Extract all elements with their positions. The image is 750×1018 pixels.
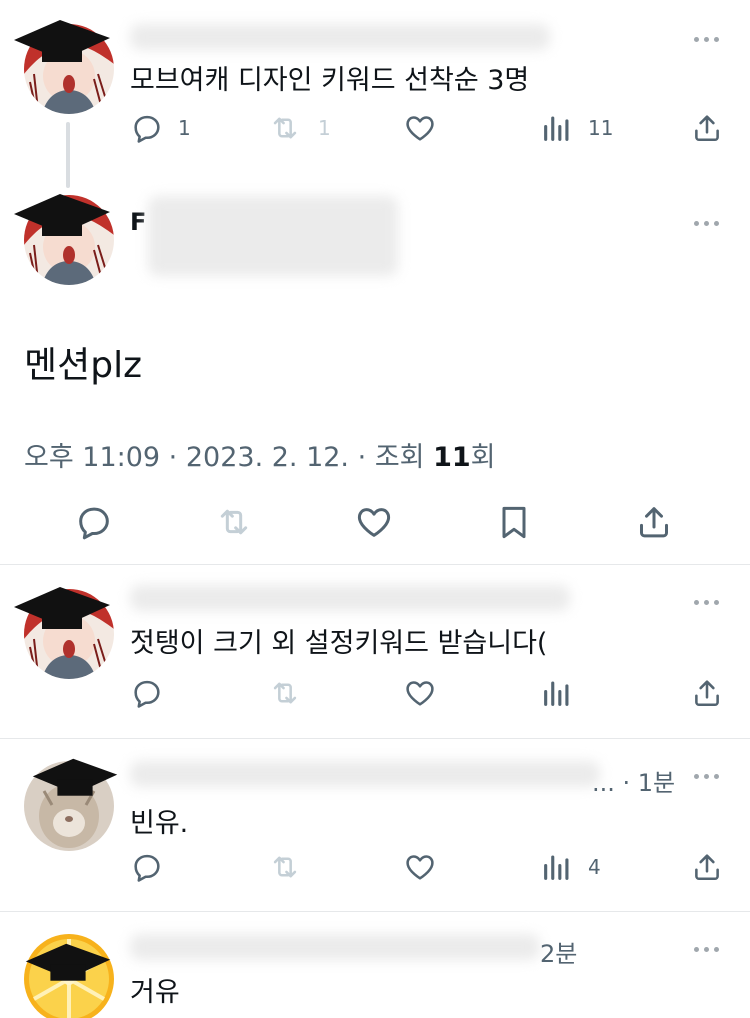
tweet-time[interactable]: 오후 11:09 (24, 442, 160, 473)
views-value: 11 (433, 442, 471, 473)
more-options-button[interactable] (692, 944, 722, 954)
reply-button[interactable] (130, 849, 164, 885)
speech-bubble-icon (130, 850, 164, 884)
heart-icon (402, 676, 438, 710)
censor-hat-icon (30, 757, 120, 801)
more-options-button[interactable] (692, 597, 722, 607)
censor-hat-icon (12, 585, 112, 635)
retweet-icon (266, 676, 304, 710)
heart-icon (402, 850, 438, 884)
share-icon (690, 676, 724, 710)
display-name[interactable]: F (130, 208, 146, 236)
views-suffix: 회 (470, 442, 496, 473)
separator: · (168, 442, 178, 473)
main-tweet-actions (0, 500, 750, 544)
tweet-text: 멘션plz (24, 345, 142, 386)
more-options-button[interactable] (692, 771, 722, 781)
reply-tweet[interactable]: 2분 거유 (0, 912, 750, 1018)
reply-tweet[interactable]: 젓탱이 크기 외 설정키워드 받습니다( (0, 565, 750, 738)
tweet-time[interactable]: 2분 (540, 934, 577, 969)
reply-tweet[interactable]: ... · 1분 빈유. 4 (0, 739, 750, 911)
tweet-date[interactable]: 2023. 2. 12. (186, 442, 349, 473)
bookmark-icon (494, 502, 534, 542)
bar-chart-icon (540, 676, 574, 710)
share-icon (634, 502, 674, 542)
redacted-username (130, 761, 600, 787)
tweet-actions (130, 675, 730, 711)
share-button[interactable] (634, 500, 674, 544)
more-options-button[interactable] (692, 218, 722, 228)
like-button[interactable] (402, 849, 438, 885)
redacted-username (130, 585, 570, 611)
main-tweet: F 멘션plz 오후 11:09 · 2023. 2. 12. · 조회 11회 (0, 0, 750, 565)
redacted-username (148, 196, 398, 276)
separator: · (357, 442, 367, 473)
bar-chart-icon (540, 850, 574, 884)
reply-button[interactable] (130, 675, 164, 711)
tweet-text: 젓탱이 크기 외 설정키워드 받습니다( (130, 628, 548, 659)
censor-hat-icon (22, 942, 114, 986)
views-label: 조회 (374, 442, 425, 473)
retweet-icon (266, 850, 304, 884)
reply-button[interactable] (74, 500, 114, 544)
retweet-icon (212, 502, 256, 542)
tweet-text: 거유 (130, 977, 180, 1008)
like-button[interactable] (402, 675, 438, 711)
view-count: 4 (588, 855, 601, 879)
heart-icon (354, 502, 394, 542)
censor-hat-icon (12, 192, 112, 242)
share-icon (690, 850, 724, 884)
tweet-meta: 오후 11:09 · 2023. 2. 12. · 조회 11회 (24, 435, 496, 474)
retweet-button[interactable] (266, 849, 304, 885)
speech-bubble-icon (74, 502, 114, 542)
speech-bubble-icon (130, 676, 164, 710)
views-button[interactable] (540, 675, 574, 711)
views-button[interactable]: 4 (540, 849, 601, 885)
tweet-time[interactable]: ... · 1분 (592, 763, 675, 798)
share-button[interactable] (690, 849, 724, 885)
bookmark-button[interactable] (494, 500, 534, 544)
tweet-text: 빈유. (130, 808, 189, 839)
tweet-actions: 4 (130, 849, 730, 885)
retweet-button[interactable] (212, 500, 256, 544)
retweet-button[interactable] (266, 675, 304, 711)
share-button[interactable] (690, 675, 724, 711)
like-button[interactable] (354, 500, 394, 544)
redacted-username (130, 934, 540, 960)
